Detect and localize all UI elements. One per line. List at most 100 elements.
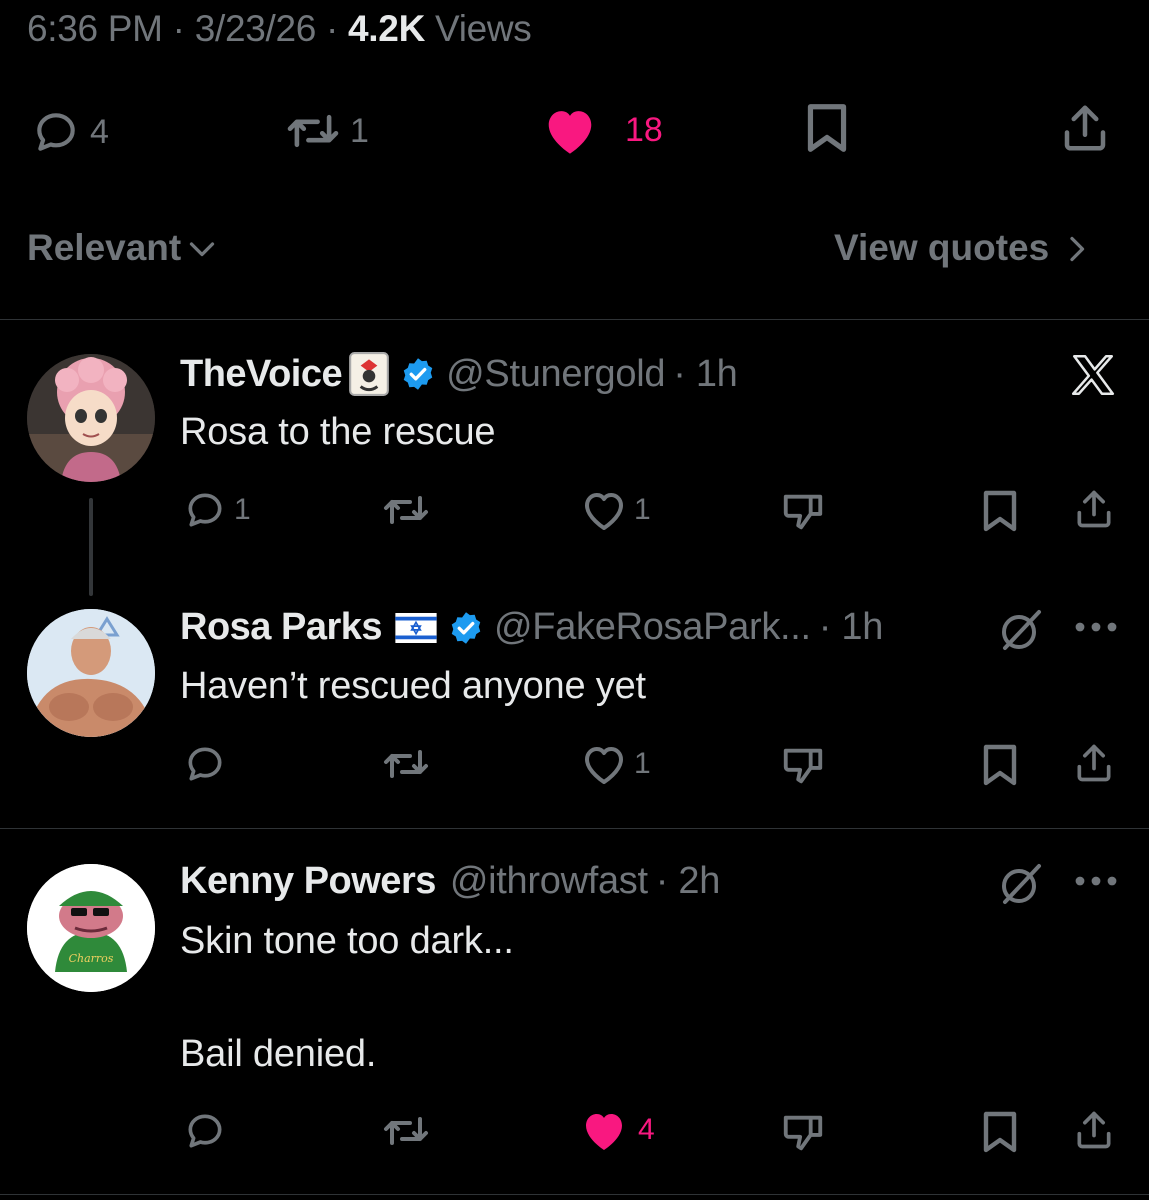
- post-reply-count: 4: [90, 112, 109, 151]
- israel-flag-emoji: [395, 612, 437, 643]
- like-button[interactable]: 4: [580, 1108, 655, 1152]
- avatar[interactable]: [27, 609, 155, 737]
- like-button[interactable]: 1: [580, 742, 651, 786]
- divider: [0, 1194, 1149, 1195]
- x-logo-icon: [1068, 350, 1118, 400]
- heart-outline-icon: [585, 493, 623, 530]
- bookmark-button[interactable]: [980, 1109, 1020, 1155]
- post-time: 6:36 PM: [27, 8, 163, 49]
- chevron-right-icon: [1070, 236, 1085, 262]
- display-name[interactable]: Kenny Powers: [180, 860, 436, 903]
- bookmark-button[interactable]: [980, 742, 1020, 788]
- downvote-button[interactable]: [780, 743, 826, 789]
- verified-badge-icon: [403, 358, 433, 390]
- thumbs-down-icon: [783, 748, 823, 784]
- repost-icon: [384, 1117, 428, 1145]
- thumbs-down-icon: [783, 494, 823, 530]
- thread-connector-line: [89, 498, 93, 596]
- repost-button[interactable]: [380, 490, 432, 530]
- reply-header: Rosa Parks @FakeRosaPark... · 1h: [180, 606, 883, 649]
- reply-header: TheVoice @Stunergold · 1h: [180, 351, 738, 397]
- handle[interactable]: @Stunergold: [446, 353, 665, 396]
- grok-icon[interactable]: [996, 606, 1046, 654]
- downvote-button[interactable]: [780, 1110, 826, 1156]
- post-repost-button[interactable]: 1: [282, 108, 369, 154]
- reply-icon: [37, 113, 75, 151]
- like-button[interactable]: 1: [580, 488, 651, 532]
- bookmark-icon: [807, 104, 847, 152]
- timestamp[interactable]: · 1h: [819, 606, 884, 649]
- share-icon: [1077, 1111, 1111, 1149]
- like-count: 1: [634, 747, 651, 780]
- avatar[interactable]: [27, 354, 155, 482]
- share-icon: [1077, 490, 1111, 528]
- heart-outline-icon: [585, 747, 623, 784]
- like-count: 1: [634, 493, 651, 526]
- bookmark-icon: [983, 490, 1017, 532]
- reply-button[interactable]: 1: [182, 488, 251, 532]
- post-repost-count: 1: [350, 111, 369, 150]
- repost-button[interactable]: [380, 1111, 432, 1151]
- share-button[interactable]: [1072, 486, 1116, 532]
- display-name[interactable]: TheVoice: [180, 353, 343, 396]
- post-date: 3/23/26: [194, 8, 317, 49]
- post-like-count: 18: [625, 110, 663, 149]
- bookmark-icon: [983, 1111, 1017, 1153]
- more-options-icon[interactable]: [1074, 620, 1118, 634]
- reply-text-line-1: Skin tone too dark...: [180, 920, 514, 962]
- handle[interactable]: @ithrowfast: [450, 860, 648, 903]
- more-options-icon[interactable]: [1074, 874, 1118, 888]
- display-name[interactable]: Rosa Parks: [180, 606, 383, 649]
- like-count: 4: [638, 1113, 655, 1146]
- reply-text-line-2: Bail denied.: [180, 1033, 377, 1075]
- thumbs-down-icon: [783, 1115, 823, 1151]
- joker-card-emoji: [349, 352, 389, 396]
- share-icon: [1077, 744, 1111, 782]
- repost-icon: [287, 114, 339, 148]
- post-meta: 6:36 PM · 3/23/26 · 4.2K Views: [27, 8, 532, 49]
- avatar-muscular-man-image: [27, 609, 155, 737]
- reply-text: Rosa to the rescue: [180, 411, 496, 453]
- share-button[interactable]: [1072, 1107, 1116, 1153]
- verified-badge-icon: [451, 611, 481, 644]
- post-share-button[interactable]: [1058, 100, 1112, 156]
- post-bookmark-button[interactable]: [803, 102, 851, 154]
- chevron-down-icon: [190, 242, 215, 257]
- reply-icon: [188, 747, 222, 781]
- bookmark-button[interactable]: [980, 488, 1020, 534]
- avatar[interactable]: Charros: [27, 864, 155, 992]
- share-icon: [1064, 105, 1106, 151]
- bookmark-icon: [983, 744, 1017, 786]
- grok-icon[interactable]: [996, 860, 1046, 908]
- views-count: 4.2K: [348, 8, 425, 49]
- repost-button[interactable]: [380, 744, 432, 784]
- reply-button[interactable]: [182, 1109, 228, 1153]
- reply-button[interactable]: [182, 742, 228, 786]
- post-reply-button[interactable]: 4: [28, 107, 109, 157]
- avatar-pepe-cartoon-image: Charros: [27, 864, 155, 992]
- repost-icon: [384, 750, 428, 778]
- reply-icon: [188, 1114, 222, 1148]
- heart-filled-icon: [548, 111, 592, 154]
- reply-count: 1: [234, 493, 251, 526]
- downvote-button[interactable]: [780, 489, 826, 535]
- repost-icon: [384, 496, 428, 524]
- sort-label: Relevant: [27, 227, 182, 268]
- post-like-button[interactable]: 18: [541, 104, 663, 156]
- timestamp[interactable]: · 2h: [656, 860, 721, 903]
- svg-text:Charros: Charros: [69, 952, 114, 965]
- sort-dropdown[interactable]: Relevant: [27, 227, 217, 269]
- handle[interactable]: @FakeRosaPark...: [494, 606, 811, 649]
- views-label: Views: [425, 8, 532, 49]
- reply-header: Kenny Powers @ithrowfast · 2h: [180, 860, 720, 903]
- timestamp[interactable]: · 1h: [673, 353, 738, 396]
- reply-text: Haven’t rescued anyone yet: [180, 665, 646, 707]
- view-quotes-link[interactable]: View quotes: [834, 227, 1089, 269]
- view-quotes-label: View quotes: [834, 227, 1050, 268]
- reply-icon: [188, 493, 222, 527]
- heart-filled-icon: [586, 1114, 622, 1150]
- share-button[interactable]: [1072, 740, 1116, 786]
- avatar-anime-character-image: [27, 354, 155, 482]
- divider: [0, 828, 1149, 829]
- divider: [0, 319, 1149, 320]
